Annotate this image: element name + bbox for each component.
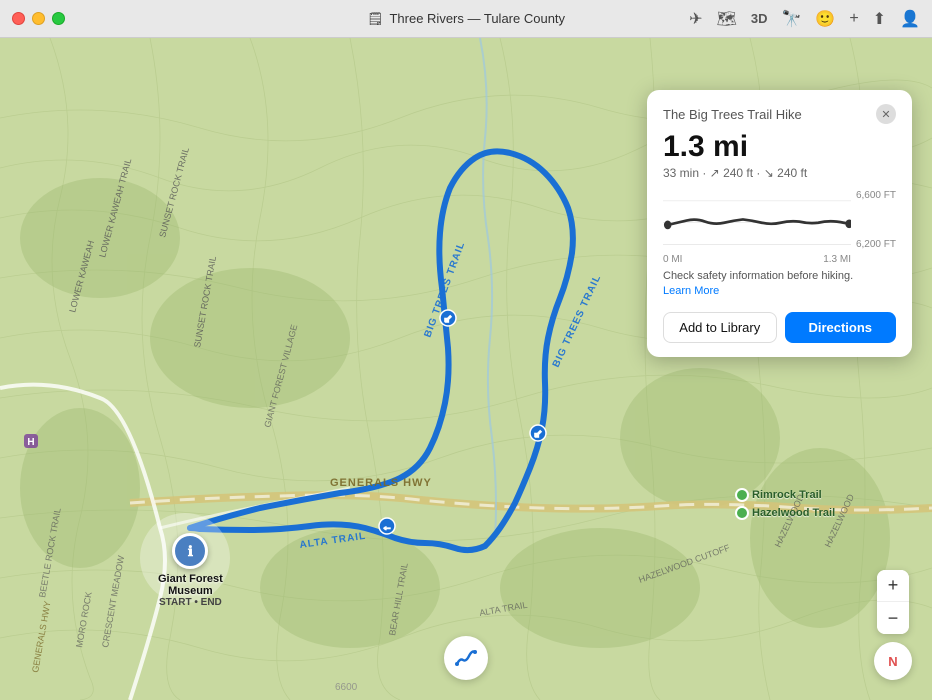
svg-text:GENERALS HWY: GENERALS HWY [330,477,432,489]
directions-icon[interactable]: ✈ [689,9,702,29]
compass-button[interactable]: N [874,642,912,680]
close-button[interactable] [12,12,25,25]
museum-label: Giant ForestMuseum [158,573,223,597]
threed-button[interactable]: 3D [751,11,768,26]
dist-end: 1.3 MI [823,254,851,265]
title-bar-center: 🗒 Three Rivers — Tulare County [367,11,565,27]
info-distance: 1.3 mi [663,132,896,162]
add-icon[interactable]: + [849,10,858,28]
svg-text:6600: 6600 [335,682,358,693]
compass-label: N [888,654,897,669]
info-card: The Big Trees Trail Hike ✕ 1.3 mi 33 min… [647,90,912,357]
elevation-low-label: 6,200 FT [856,239,896,250]
map-container[interactable]: ↙ ↙ ← BIG TREES TRAIL BIG TREES TRAIL AL… [0,38,932,700]
window-title: Three Rivers — Tulare County [389,11,565,26]
hazelwood-label: Hazelwood Trail [752,507,835,519]
smiley-icon[interactable]: 🙂 [815,9,835,29]
dist-labels: 0 MI 1.3 MI [663,254,896,265]
document-icon: 🗒 [367,11,384,27]
add-to-library-button[interactable]: Add to Library [663,312,777,343]
elevation-labels-right: 6,600 FT 6,200 FT [856,190,896,250]
route-icon-button[interactable] [444,636,488,680]
elevation-chart-area [663,190,851,250]
share-icon[interactable]: ⬆ [873,9,886,29]
rimrock-trail-marker[interactable]: Rimrock Trail [735,488,822,502]
museum-sublabel: START • END [159,597,222,608]
hazelwood-trail-marker[interactable]: Hazelwood Trail [735,506,835,520]
rimrock-label: Rimrock Trail [752,489,822,501]
maximize-button[interactable] [52,12,65,25]
info-meta: 33 min · ↗ 240 ft · ↘ 240 ft [663,166,896,180]
zoom-in-button[interactable]: + [877,570,909,602]
minimize-button[interactable] [32,12,45,25]
map-icon[interactable]: 🗺 [717,9,737,29]
svg-text:↙: ↙ [534,429,542,440]
info-card-title: The Big Trees Trail Hike [663,107,802,122]
directions-button[interactable]: Directions [785,312,897,343]
dist-start: 0 MI [663,254,682,265]
rimrock-dot [735,488,749,502]
close-card-button[interactable]: ✕ [876,104,896,124]
title-bar: 🗒 Three Rivers — Tulare County ✈ 🗺 3D 🔭 … [0,0,932,38]
zoom-controls: + − [877,570,909,634]
svg-text:←: ← [382,522,392,533]
elevation-high-label: 6,600 FT [856,190,896,201]
info-card-header: The Big Trees Trail Hike ✕ [663,104,896,124]
elevation-chart: 6,600 FT 6,200 FT [663,190,896,250]
account-icon[interactable]: 👤 [900,9,920,29]
card-buttons: Add to Library Directions [663,312,896,343]
hazelwood-dot [735,506,749,520]
museum-marker[interactable]: ℹ Giant ForestMuseum START • END [158,533,223,608]
zoom-out-button[interactable]: − [877,602,909,634]
binoculars-icon[interactable]: 🔭 [781,9,801,29]
learn-more-link[interactable]: Learn More [663,285,719,297]
map-controls: + − N [874,570,912,680]
safety-text: Check safety information before hiking. … [663,269,896,300]
museum-dot: ℹ [172,533,208,569]
title-bar-icons: ✈ 🗺 3D 🔭 🙂 + ⬆ 👤 [689,9,920,29]
traffic-lights [12,12,65,25]
svg-text:↙: ↙ [444,314,452,325]
svg-text:H: H [27,437,34,448]
